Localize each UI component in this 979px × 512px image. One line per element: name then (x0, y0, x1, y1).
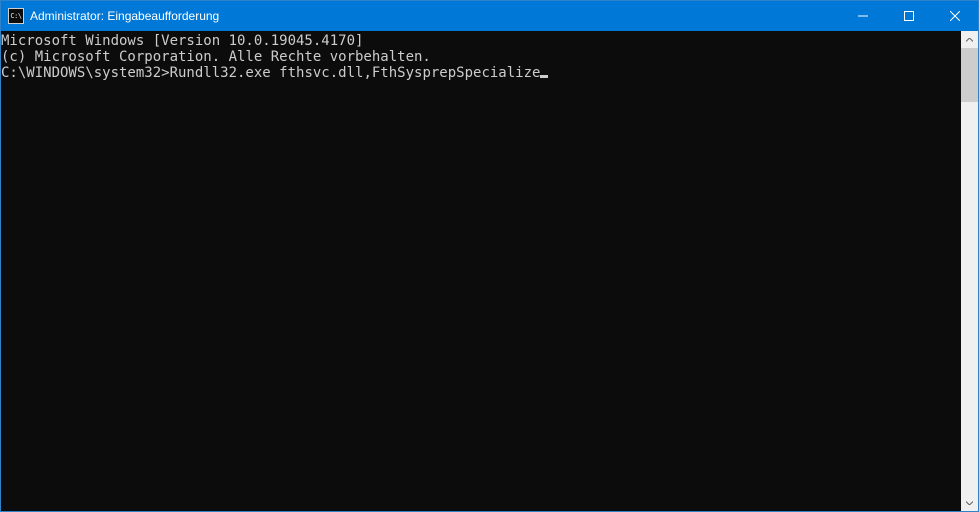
minimize-button[interactable] (840, 1, 886, 31)
prompt-path: C:\WINDOWS\system32> (1, 65, 170, 81)
terminal-line-prompt: C:\WINDOWS\system32>Rundll32.exe fthsvc.… (1, 65, 961, 81)
terminal-line-copyright: (c) Microsoft Corporation. Alle Rechte v… (1, 49, 961, 65)
chevron-up-icon (966, 38, 973, 42)
terminal-line-version: Microsoft Windows [Version 10.0.19045.41… (1, 33, 961, 49)
window-title: Administrator: Eingabeaufforderung (30, 1, 840, 31)
close-button[interactable] (932, 1, 978, 31)
window-buttons (840, 1, 978, 31)
terminal-output[interactable]: Microsoft Windows [Version 10.0.19045.41… (1, 31, 961, 511)
minimize-icon (858, 11, 868, 21)
terminal-cursor (540, 75, 548, 78)
scroll-down-button[interactable] (961, 494, 978, 511)
scroll-track[interactable] (961, 48, 978, 494)
chevron-down-icon (966, 501, 973, 505)
scroll-thumb[interactable] (961, 48, 978, 102)
close-icon (950, 11, 960, 21)
client-area: Microsoft Windows [Version 10.0.19045.41… (1, 31, 978, 511)
command-text: Rundll32.exe fthsvc.dll,FthSysprepSpecia… (170, 65, 541, 81)
titlebar[interactable]: C:\ Administrator: Eingabeaufforderung (1, 1, 978, 31)
cmd-icon: C:\ (8, 8, 24, 24)
maximize-button[interactable] (886, 1, 932, 31)
maximize-icon (904, 11, 914, 21)
vertical-scrollbar[interactable] (961, 31, 978, 511)
scroll-up-button[interactable] (961, 31, 978, 48)
cmd-window: C:\ Administrator: Eingabeaufforderung (0, 0, 979, 512)
